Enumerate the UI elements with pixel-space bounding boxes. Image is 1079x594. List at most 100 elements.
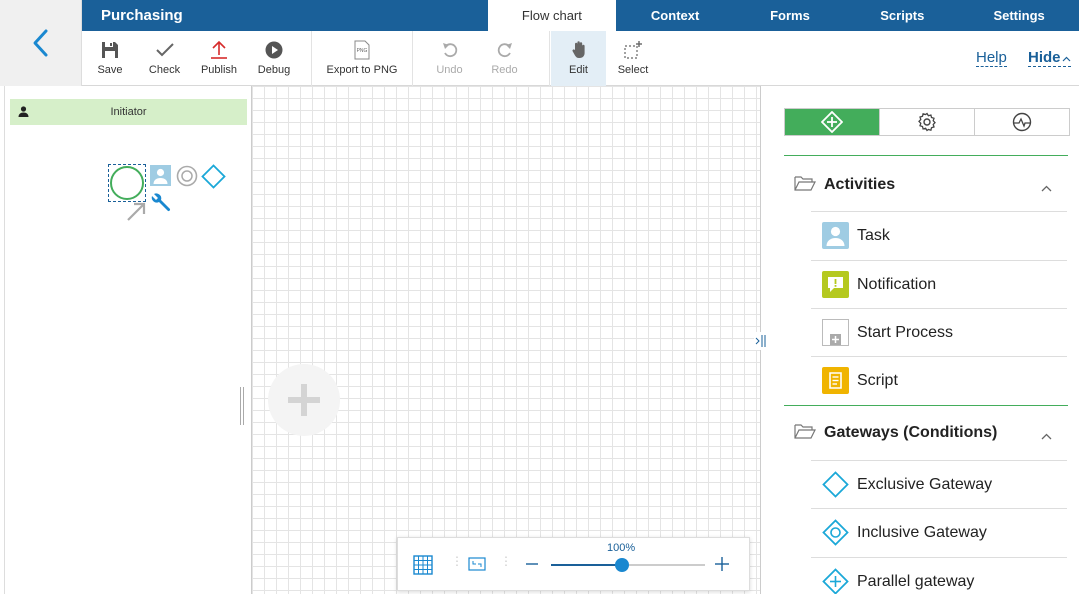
collapse-icon <box>755 335 766 347</box>
folder-open-icon <box>794 423 816 444</box>
fit-to-screen-icon[interactable] <box>468 557 486 576</box>
export-png-button[interactable]: PNG Export to PNG <box>324 31 400 86</box>
item-label: Start Process <box>857 323 954 341</box>
tab-scripts[interactable]: Scripts <box>845 0 959 31</box>
debug-label: Debug <box>257 64 291 76</box>
notification-icon <box>822 271 849 298</box>
palette-item-notification[interactable]: Notification <box>811 260 1067 308</box>
publish-label: Publish <box>200 64 238 76</box>
top-nav: Purchasing Flow chart Context Forms Scri… <box>82 0 1079 31</box>
chevron-up-icon <box>1062 56 1070 62</box>
png-file-icon: PNG <box>353 39 371 61</box>
hide-link[interactable]: Hide <box>1028 49 1071 67</box>
start-event-icon <box>110 166 144 200</box>
start-event-selection[interactable] <box>108 164 146 202</box>
publish-button[interactable]: Publish <box>196 31 242 86</box>
grid-toggle-icon[interactable] <box>413 555 433 580</box>
redo-button[interactable]: Redo <box>482 31 527 86</box>
zoom-out-icon[interactable] <box>526 555 538 578</box>
add-gateway-icon[interactable] <box>201 164 226 194</box>
play-circle-icon <box>265 39 283 61</box>
redo-label: Redo <box>491 64 518 76</box>
debug-button[interactable]: Debug <box>252 31 296 86</box>
palette-item-script[interactable]: Script <box>811 356 1067 404</box>
select-icon <box>623 39 643 61</box>
lane-name: Initiator <box>110 106 147 118</box>
item-label: Inclusive Gateway <box>857 523 987 541</box>
export-label: Export to PNG <box>326 64 398 76</box>
chevron-up-icon[interactable] <box>1041 427 1052 445</box>
diagram-canvas[interactable] <box>252 86 760 594</box>
help-link[interactable]: Help <box>976 49 1007 67</box>
add-end-event-icon[interactable] <box>176 165 198 192</box>
toolbar: Save Check Publish Debug PNG Export to P… <box>82 31 1079 86</box>
checkmark-icon <box>155 39 175 61</box>
save-button[interactable]: Save <box>88 31 132 86</box>
check-button[interactable]: Check <box>142 31 187 86</box>
tab-forms[interactable]: Forms <box>735 0 846 31</box>
section-divider <box>784 405 1068 406</box>
svg-text:PNG: PNG <box>357 48 368 54</box>
swimlane[interactable]: Initiator <box>4 86 252 594</box>
add-task-icon[interactable] <box>150 165 171 191</box>
lane-resize-handle[interactable] <box>240 387 244 425</box>
palette-item-task[interactable]: Task <box>811 211 1067 259</box>
hide-label: Hide <box>1028 49 1061 66</box>
palette-item-start-process[interactable]: Start Process <box>811 308 1067 356</box>
zoom-in-icon[interactable] <box>715 555 729 578</box>
tab-dashboard[interactable] <box>975 109 1069 135</box>
inclusive-gateway-icon <box>822 519 849 546</box>
palette-item-inclusive-gateway[interactable]: Inclusive Gateway <box>811 508 1067 556</box>
item-label: Notification <box>857 275 937 293</box>
item-label: Task <box>857 226 890 244</box>
tab-context[interactable]: Context <box>616 0 735 31</box>
hand-icon <box>571 39 587 61</box>
tab-elements[interactable] <box>785 109 880 135</box>
lane-header[interactable]: Initiator <box>10 99 247 125</box>
tab-properties[interactable] <box>880 109 975 135</box>
elements-icon <box>821 111 843 133</box>
palette-tabs <box>784 108 1070 136</box>
edit-label: Edit <box>569 64 588 76</box>
save-icon <box>101 39 119 61</box>
item-label: Parallel gateway <box>857 572 975 590</box>
gear-icon <box>918 112 936 132</box>
section-activities[interactable]: Activities <box>784 159 1068 211</box>
edit-mode-button[interactable]: Edit <box>551 31 606 86</box>
chevron-left-icon <box>33 29 47 57</box>
undo-button[interactable]: Undo <box>427 31 472 86</box>
select-mode-button[interactable]: Select <box>610 31 656 86</box>
section-gateways[interactable]: Gateways (Conditions) <box>784 407 1068 459</box>
tab-flow-chart[interactable]: Flow chart <box>488 0 616 31</box>
palette-item-parallel-gateway[interactable]: Parallel gateway <box>811 557 1067 594</box>
toolbar-divider <box>549 31 550 86</box>
person-icon <box>18 106 29 120</box>
palette-item-exclusive-gateway[interactable]: Exclusive Gateway <box>811 460 1067 508</box>
tab-settings[interactable]: Settings <box>959 0 1079 31</box>
script-icon <box>822 367 849 394</box>
exclusive-gateway-icon <box>822 471 849 498</box>
toolbar-divider <box>412 31 413 86</box>
zoom-slider-knob[interactable] <box>614 558 629 572</box>
undo-label: Undo <box>436 64 463 76</box>
connector-arrow-icon[interactable] <box>125 201 147 228</box>
back-button[interactable] <box>0 0 82 86</box>
publish-icon <box>210 39 228 61</box>
chevron-up-icon[interactable] <box>1041 179 1052 197</box>
collapse-palette-handle[interactable] <box>754 332 768 350</box>
gauge-icon <box>1012 112 1032 132</box>
save-label: Save <box>97 64 123 76</box>
add-lane-button[interactable] <box>268 364 340 436</box>
select-label: Select <box>617 64 649 76</box>
check-label: Check <box>148 64 181 76</box>
section-divider <box>784 155 1068 156</box>
item-label: Script <box>857 371 898 389</box>
task-icon <box>822 222 849 249</box>
toolbar-divider <box>311 31 312 86</box>
wrench-icon[interactable] <box>150 192 172 219</box>
start-process-icon <box>822 319 849 346</box>
zoom-slider[interactable] <box>551 558 705 572</box>
undo-icon <box>442 39 458 61</box>
folder-open-icon <box>794 175 816 196</box>
zoom-slider-fill <box>551 564 622 566</box>
